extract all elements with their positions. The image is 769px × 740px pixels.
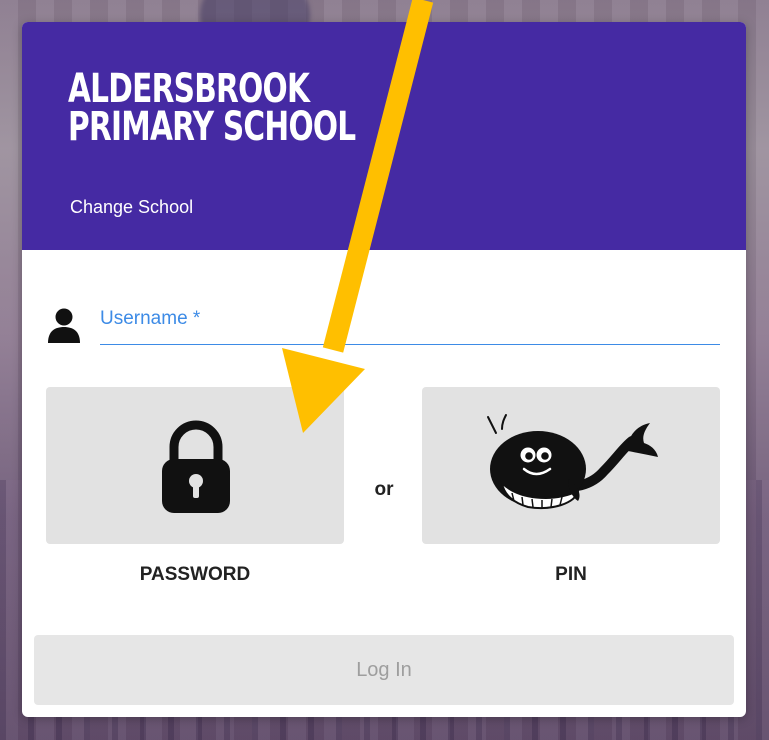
pin-option-button[interactable] <box>422 387 720 544</box>
login-button[interactable]: Log In <box>34 635 734 705</box>
password-option-button[interactable] <box>46 387 344 544</box>
school-name-line-2: PRIMARY SCHOOL <box>68 104 356 150</box>
or-separator: or <box>374 479 394 500</box>
school-name-line-1: ALDERSBROOK <box>68 66 310 112</box>
username-field[interactable]: Username * <box>100 304 720 345</box>
login-card: ALDERSBROOK PRIMARY SCHOOL Change School… <box>22 22 746 717</box>
padlock-icon <box>162 420 230 513</box>
username-input[interactable] <box>100 304 720 344</box>
password-option-label: PASSWORD <box>139 564 251 585</box>
school-name: ALDERSBROOK PRIMARY SCHOOL <box>68 66 356 150</box>
change-school-link[interactable]: Change School <box>70 197 193 218</box>
whale-icon <box>487 414 658 509</box>
user-icon <box>48 308 80 343</box>
pin-option-label: PIN <box>555 564 587 585</box>
school-header: ALDERSBROOK PRIMARY SCHOOL Change School <box>22 22 746 250</box>
